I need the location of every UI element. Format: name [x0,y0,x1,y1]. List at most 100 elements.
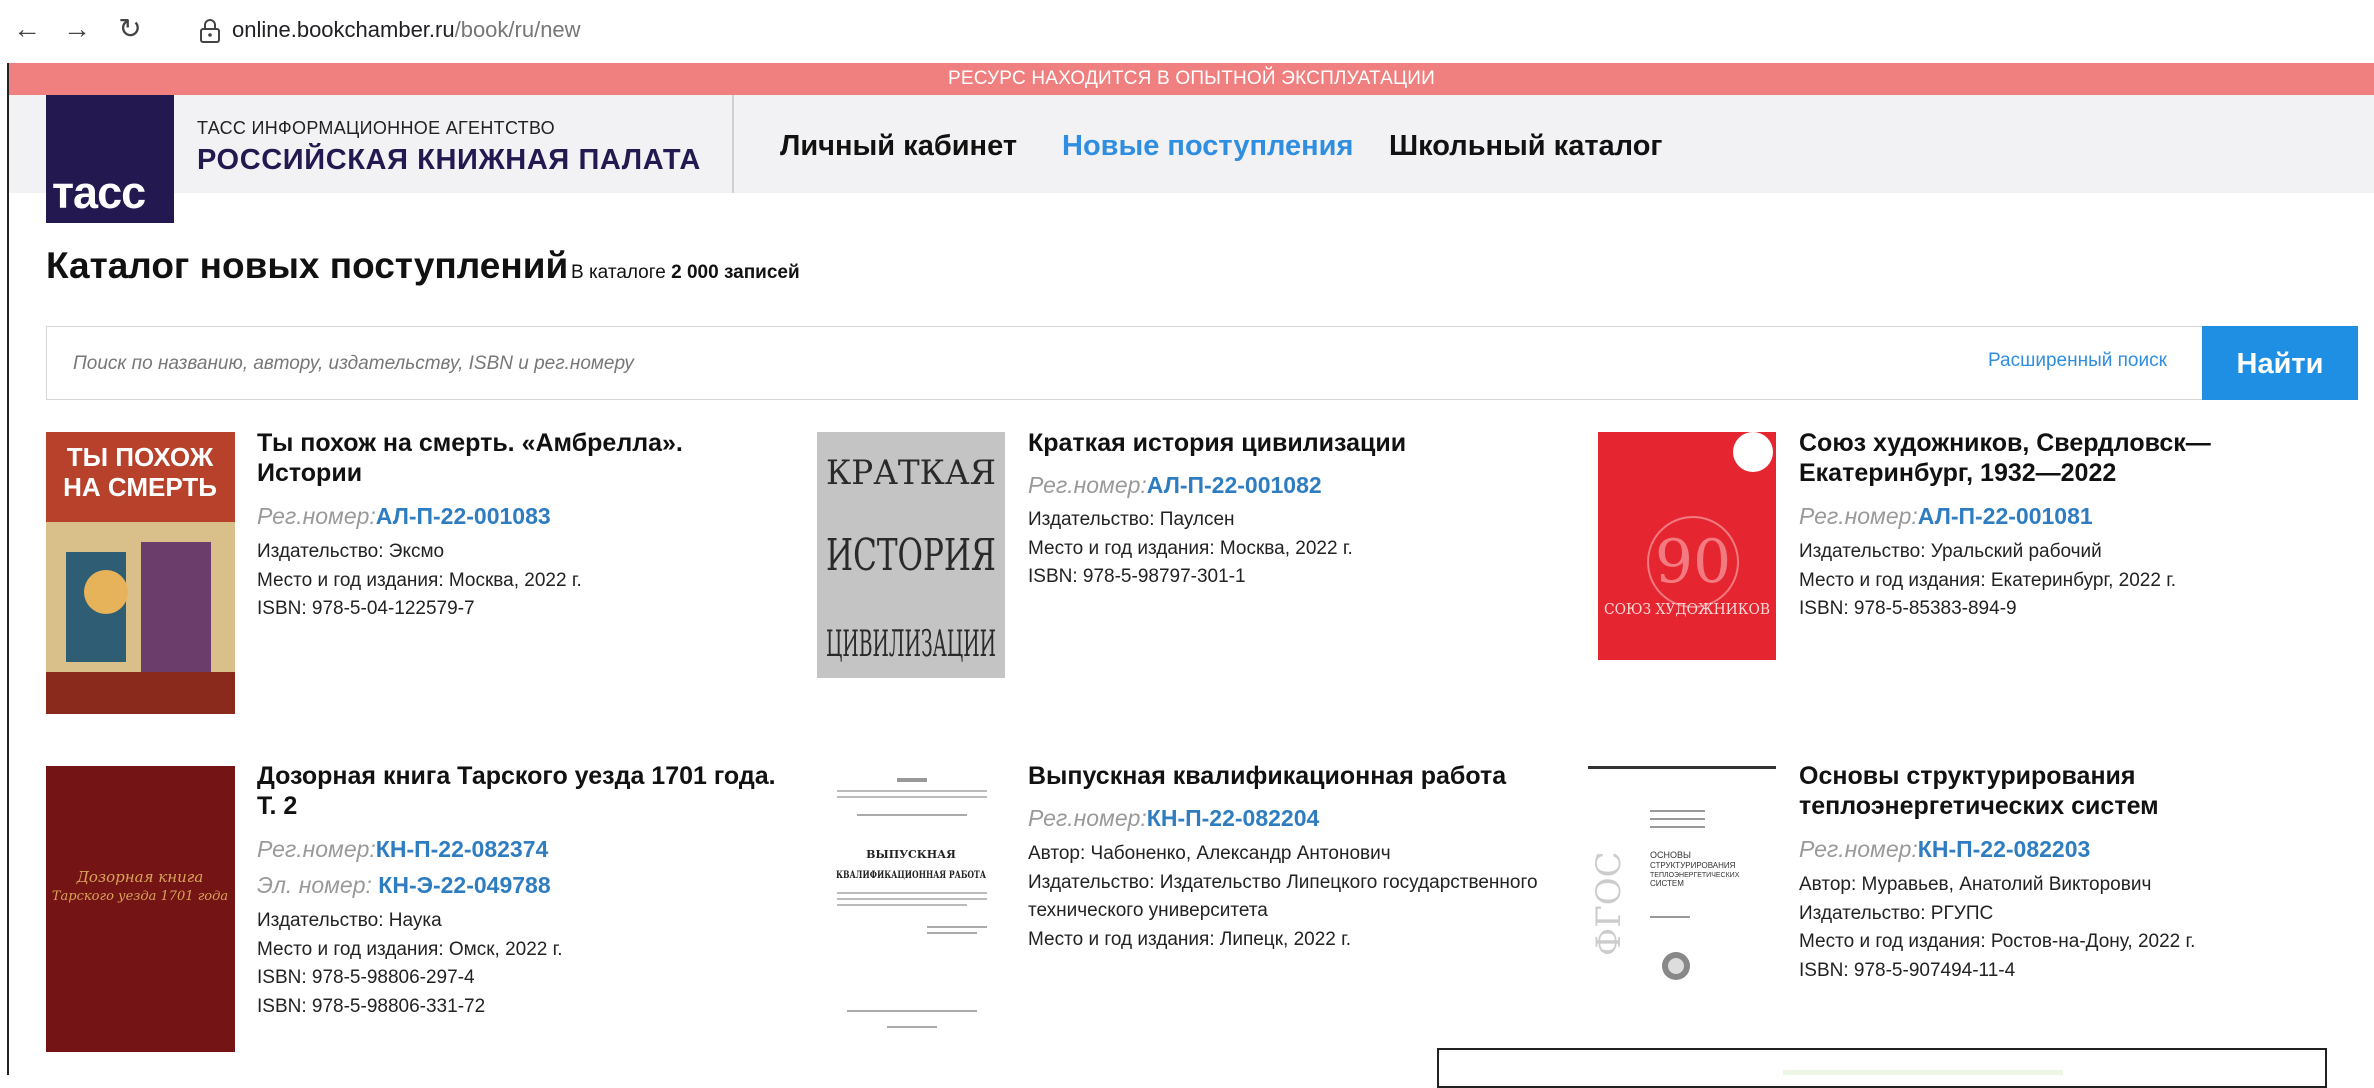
book-cover-6[interactable]: ОСНОВЫ СТРУКТУРИРОВАНИЯ ТЕПЛОЭНЕРГЕТИЧЕС… [1588,766,1776,1006]
reg-label: Рег.номер: [1028,805,1147,831]
title-line: Краткая история цивилизации [1028,429,1407,457]
menu-new-arrivals[interactable]: Новые поступления [1062,130,1353,163]
trial-banner: РЕСУРС НАХОДИТСЯ В ОПЫТНОЙ ЭКСПЛУАТАЦИИ [9,63,2374,95]
cover-text: КВАЛИФИКАЦИОННАЯ РАБОТА [836,870,987,881]
book-meta-4: Издательство: Наука Место и год издания:… [257,907,817,1021]
book-cover-5[interactable]: ВЫПУСКНАЯ КВАЛИФИКАЦИОННАЯ РАБОТА [817,766,1005,1052]
isbn: ISBN: 978-5-98806-297-4 [257,967,475,988]
reg-value[interactable]: КН-П-22-082203 [1918,836,2091,862]
header-divider [732,95,734,193]
book-title-3[interactable]: Союз художников, Свердловск— Екатеринбур… [1799,428,2339,488]
cover-text: 90 [1655,527,1731,597]
record-count: В каталоге 2 000 записей [571,262,800,284]
cover-text: КРАТКАЯ [826,453,996,493]
book-cover-4[interactable]: Дозорная книга Тарского уезда 1701 года [46,766,235,1052]
cover-text: СИСТЕМ [1650,879,1684,888]
title-line: Т. 2 [257,792,298,820]
title-line: Истории [257,459,363,487]
reg-value[interactable]: АЛ-П-22-001081 [1918,503,2093,529]
isbn: ISBN: 978-5-907494-11-4 [1799,959,2016,981]
publisher: Издательство: Паулсен [1028,509,1235,530]
reg-number-2: Рег.номер:АЛ-П-22-001082 [1028,471,1322,499]
advanced-search-link[interactable]: Расширенный поиск [1988,350,2167,372]
cover-art: КРАТКАЯ ИСТОРИЯ ЦИВИЛИЗАЦИИ [817,432,1005,678]
browser-toolbar: ← → ↻ online.bookchamber.ru/book/ru/new [0,0,2374,63]
url-host: online.bookchamber.ru [232,17,455,42]
cover-text: ФГОС [1589,851,1629,956]
place-year: Место и год издания: Ростов-на-Дону, 202… [1799,931,2196,952]
menu-school-catalog[interactable]: Школьный каталог [1389,130,1663,163]
place-year: Место и год издания: Екатеринбург, 2022 … [1799,569,2177,591]
book-meta-2: Издательство: Паулсен Место и год издани… [1028,506,1588,592]
reg-number-4: Рег.номер:КН-П-22-082374 [257,835,548,863]
cover-art: 90 СОЮЗ ХУДОЖНИКОВ [1598,432,1776,660]
search-input[interactable] [71,327,1875,401]
book-title-4[interactable]: Дозорная книга Тарского уезда 1701 года.… [257,761,817,821]
publisher: Издательство: Эксмо [257,541,445,562]
reg-value[interactable]: АЛ-П-22-001082 [1147,472,1322,498]
book-meta-6: Автор: Муравьев, Анатолий Викторович Изд… [1799,871,2359,985]
el-value[interactable]: КН-Э-22-049788 [378,872,550,898]
cover-text: ИСТОРИЯ [826,530,996,581]
place-year: Место и год издания: Омск, 2022 г. [257,938,563,960]
publisher: Издательство: Уральский рабочий [1799,541,2102,562]
reg-label: Рег.номер: [257,836,376,862]
title-line: Основы структурирования [1799,762,2136,790]
count-value: 2 000 записей [671,262,800,283]
book-meta-1: Издательство: Эксмо Место и год издания:… [257,538,817,624]
place-year: Место и год издания: Липецк, 2022 г. [1028,928,1351,950]
search-box [46,326,2203,401]
logo-text: тасс [52,167,146,218]
cover-art: ОСНОВЫ СТРУКТУРИРОВАНИЯ ТЕПЛОЭНЕРГЕТИЧЕС… [1588,766,1776,1006]
tass-logo[interactable]: тасс [46,95,174,223]
publisher-cont: технического университета [1028,900,1268,921]
cover-text: СТРУКТУРИРОВАНИЯ [1650,861,1736,870]
book-meta-5: Автор: Чабоненко, Александр Антонович Из… [1028,840,1608,954]
cover-text: Тарского уезда 1701 года [52,889,228,904]
isbn: ISBN: 978-5-98797-301-1 [1028,566,1246,587]
title-line: Ты похож на смерть. «Амбрелла». [257,429,683,457]
el-label: Эл. номер: [257,872,372,898]
frame-border [7,63,9,1075]
title-line: теплоэнергетических систем [1799,792,2159,820]
isbn: ISBN: 978-5-85383-894-9 [1799,598,2017,619]
cover-text: ТЫ ПОХОЖ [67,442,214,472]
reload-icon[interactable]: ↻ [115,14,145,44]
cover-text: Дозорная книга [76,868,204,886]
reg-value[interactable]: КН-П-22-082374 [376,836,549,862]
reg-value[interactable]: КН-П-22-082204 [1147,805,1320,831]
publisher: Издательство: Наука [257,910,442,931]
bottom-popup-button[interactable] [1783,1070,2063,1075]
title-line: Дозорная книга Тарского уезда 1701 года. [257,762,776,790]
reg-label: Рег.номер: [257,503,376,529]
book-cover-3[interactable]: 90 СОЮЗ ХУДОЖНИКОВ [1598,432,1776,660]
bottom-popup-box [1437,1048,2327,1088]
back-arrow-icon[interactable]: ← [12,14,42,44]
forward-arrow-icon[interactable]: → [62,14,92,44]
reg-value[interactable]: АЛ-П-22-001083 [376,503,551,529]
reg-label: Рег.номер: [1799,503,1918,529]
author: Автор: Муравьев, Анатолий Викторович [1799,874,2152,895]
book-title-6[interactable]: Основы структурирования теплоэнергетичес… [1799,761,2339,821]
cover-text: ЦИВИЛИЗАЦИИ [826,624,996,665]
book-title-1[interactable]: Ты похож на смерть. «Амбрелла». Истории [257,428,797,488]
book-cover-2[interactable]: КРАТКАЯ ИСТОРИЯ ЦИВИЛИЗАЦИИ [817,432,1005,678]
address-bar[interactable]: online.bookchamber.ru/book/ru/new [232,17,581,43]
book-title-5[interactable]: Выпускная квалификационная работа [1028,761,1568,791]
title-line: Екатеринбург, 1932—2022 [1799,459,2117,487]
search-button[interactable]: Найти [2202,326,2358,400]
book-cover-1[interactable]: ТЫ ПОХОЖ НА СМЕРТЬ [46,432,235,714]
lock-icon[interactable] [198,18,222,44]
author: Автор: Чабоненко, Александр Антонович [1028,843,1391,864]
cover-art: Дозорная книга Тарского уезда 1701 года [46,766,235,1052]
publisher: Издательство: Издательство Липецкого гос… [1028,871,1538,893]
cover-art: ТЫ ПОХОЖ НА СМЕРТЬ [46,432,235,714]
cover-text: СОЮЗ ХУДОЖНИКОВ [1604,600,1770,618]
place-year: Место и год издания: Москва, 2022 г. [1028,537,1353,559]
url-path: /book/ru/new [454,17,581,42]
book-title-2[interactable]: Краткая история цивилизации [1028,428,1568,458]
org-title[interactable]: РОССИЙСКАЯ КНИЖНАЯ ПАЛАТА [197,144,701,177]
menu-personal-account[interactable]: Личный кабинет [780,130,1017,163]
title-line: Союз художников, Свердловск— [1799,429,2211,457]
cover-text: НА СМЕРТЬ [63,472,217,502]
